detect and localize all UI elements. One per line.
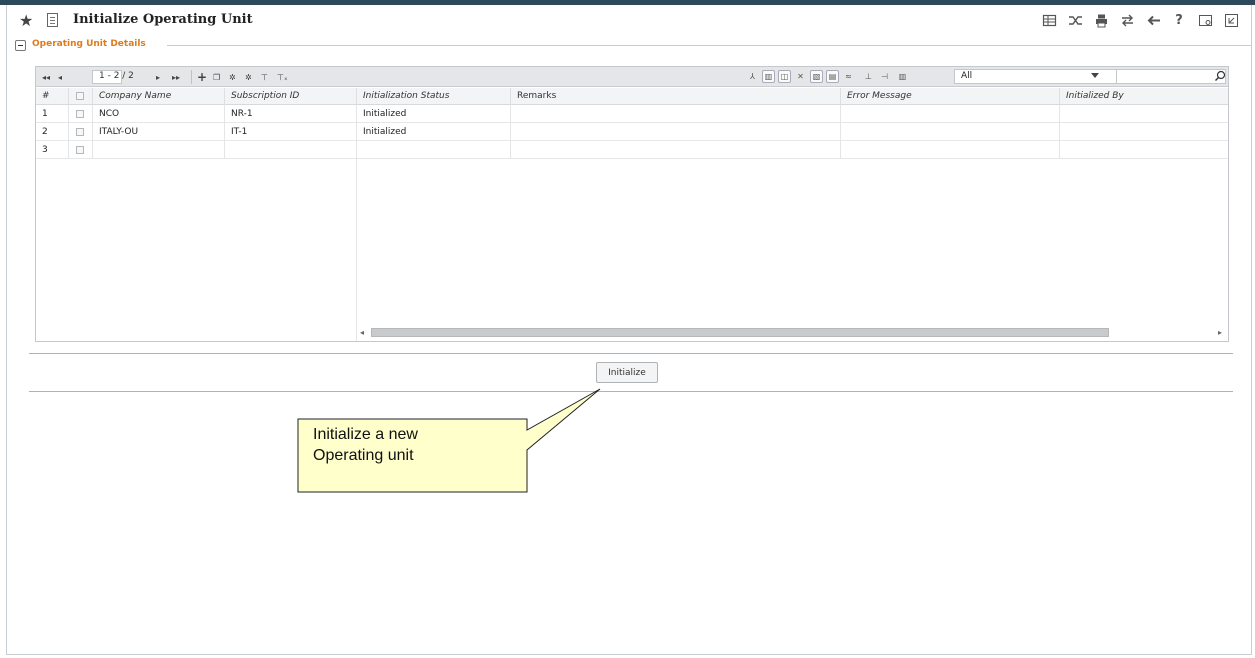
error-cell[interactable] <box>840 141 1059 159</box>
print-icon[interactable] <box>1093 12 1109 28</box>
settings-gear-icon[interactable]: ✲ <box>229 71 236 83</box>
scrollbar-thumb[interactable] <box>371 328 1109 337</box>
callout-note: Initialize a new Operating unit <box>313 424 523 466</box>
section-divider <box>167 45 1251 46</box>
copy-row-icon[interactable]: ❐ <box>213 71 220 83</box>
scroll-left-icon[interactable]: ◂ <box>356 326 368 339</box>
column-header-subscription[interactable]: Subscription ID <box>224 88 356 105</box>
operating-unit-grid: ◂◂ ◂ 1 - 2 / 2 ▸ ▸▸ + ❐ ✲ ✲ ⊤ ⊤ₓ ⅄ ▥ ◫ ✕… <box>35 66 1229 342</box>
status-cell[interactable]: Initialized <box>356 123 510 141</box>
subscription-cell[interactable]: NR-1 <box>224 105 356 123</box>
xml-icon[interactable]: ≈ <box>842 70 855 83</box>
horizontal-scrollbar[interactable]: ◂ ▸ <box>356 326 1226 339</box>
column-header-company[interactable]: Company Name <box>92 88 224 105</box>
initialize-button[interactable]: Initialize <box>596 362 658 383</box>
column-header-error[interactable]: Error Message <box>840 88 1059 105</box>
search-input[interactable] <box>1116 69 1226 84</box>
page-title: Initialize Operating Unit <box>73 12 253 27</box>
page-container: ★ Initialize Operating Unit ? Operating … <box>6 5 1252 655</box>
row-number: 2 <box>42 127 48 137</box>
toolbar-separator <box>191 70 192 84</box>
section-title: Operating Unit Details <box>32 39 146 49</box>
remarks-cell[interactable] <box>510 123 840 141</box>
company-cell[interactable]: ITALY-OU <box>92 123 224 141</box>
column-header-remarks[interactable]: Remarks <box>510 88 840 105</box>
next-page-icon[interactable]: ▸ <box>156 71 160 83</box>
shuffle-icon[interactable] <box>1067 12 1083 28</box>
pdf-export-icon[interactable]: ⅄ <box>746 70 759 83</box>
chart-icon[interactable]: ▥ <box>762 70 775 83</box>
status-cell[interactable] <box>356 141 510 159</box>
prev-page-icon[interactable]: ◂ <box>58 71 62 83</box>
search-icon[interactable] <box>1214 70 1226 82</box>
grid-toolbar: ◂◂ ◂ 1 - 2 / 2 ▸ ▸▸ + ❐ ✲ ✲ ⊤ ⊤ₓ ⅄ ▥ ◫ ✕… <box>36 67 1228 87</box>
frozen-column-divider <box>356 159 357 341</box>
settings-window-icon[interactable] <box>1197 12 1213 28</box>
callout-line-2: Operating unit <box>313 447 414 464</box>
pin-icon[interactable]: ⊥ <box>862 70 875 83</box>
calendar-icon[interactable]: ▤ <box>826 70 839 83</box>
filter-icon[interactable]: ⊤ <box>261 71 268 83</box>
column-header-status[interactable]: Initialization Status <box>356 88 510 105</box>
chevron-down-icon[interactable] <box>1091 73 1099 78</box>
grid-view-icon[interactable] <box>1041 12 1057 28</box>
document-icon <box>47 13 58 27</box>
table-header: # Company Name Subscription ID Initializ… <box>36 88 1228 105</box>
error-cell[interactable] <box>840 123 1059 141</box>
report-icon[interactable]: ▧ <box>810 70 823 83</box>
clear-filter-icon[interactable]: ⊤ₓ <box>277 71 288 83</box>
table-row[interactable]: 2 ITALY-OU IT-1 Initialized <box>36 123 1228 141</box>
transfer-icon[interactable] <box>1119 12 1135 28</box>
row-number: 1 <box>42 109 48 119</box>
company-cell[interactable]: NCO <box>92 105 224 123</box>
favorite-star-icon[interactable]: ★ <box>19 11 33 30</box>
row-select-cell <box>68 123 92 141</box>
select-all-cell <box>68 88 92 105</box>
company-cell[interactable] <box>92 141 224 159</box>
first-page-icon[interactable]: ◂◂ <box>42 71 50 83</box>
action-divider-top <box>29 353 1233 354</box>
collapse-minus-icon[interactable] <box>15 40 26 51</box>
subscription-cell[interactable] <box>224 141 356 159</box>
row-checkbox[interactable] <box>76 146 84 154</box>
initialized-by-cell[interactable] <box>1059 141 1224 159</box>
table-row[interactable]: 3 <box>36 141 1228 159</box>
row-number: 3 <box>42 145 48 155</box>
table-row[interactable]: 1 NCO NR-1 Initialized <box>36 105 1228 123</box>
action-divider-bottom <box>29 391 1233 392</box>
title-toolbar: ? <box>1041 12 1239 28</box>
help-icon[interactable]: ? <box>1171 12 1187 28</box>
pagination-text: 1 - 2 / 2 <box>99 71 134 81</box>
column-header-number: # <box>42 91 50 101</box>
back-arrow-icon[interactable] <box>1145 12 1161 28</box>
status-cell[interactable]: Initialized <box>356 105 510 123</box>
title-bar: ★ Initialize Operating Unit ? <box>7 5 1251 35</box>
callout-line-1: Initialize a new <box>313 426 418 443</box>
row-checkbox[interactable] <box>76 128 84 136</box>
add-row-icon[interactable]: + <box>197 70 207 84</box>
section-header: Operating Unit Details <box>15 39 1251 53</box>
error-cell[interactable] <box>840 105 1059 123</box>
remarks-cell[interactable] <box>510 141 840 159</box>
initialized-by-cell[interactable] <box>1059 105 1224 123</box>
unpin-icon[interactable]: ⊣ <box>878 70 891 83</box>
remarks-cell[interactable] <box>510 105 840 123</box>
database-icon[interactable]: ◫ <box>778 70 791 83</box>
row-select-cell <box>68 105 92 123</box>
row-checkbox[interactable] <box>76 110 84 118</box>
scroll-right-icon[interactable]: ▸ <box>1214 326 1226 339</box>
row-select-cell <box>68 141 92 159</box>
minimize-icon[interactable] <box>1223 12 1239 28</box>
columns-icon[interactable]: ▥ <box>896 70 909 83</box>
refresh-settings-icon[interactable]: ✲ <box>245 71 252 83</box>
initialized-by-cell[interactable] <box>1059 123 1224 141</box>
export-excel-icon[interactable]: ✕ <box>794 70 807 83</box>
column-header-initialized-by[interactable]: Initialized By <box>1059 88 1224 105</box>
subscription-cell[interactable]: IT-1 <box>224 123 356 141</box>
last-page-icon[interactable]: ▸▸ <box>172 71 180 83</box>
select-all-checkbox[interactable] <box>76 92 84 100</box>
